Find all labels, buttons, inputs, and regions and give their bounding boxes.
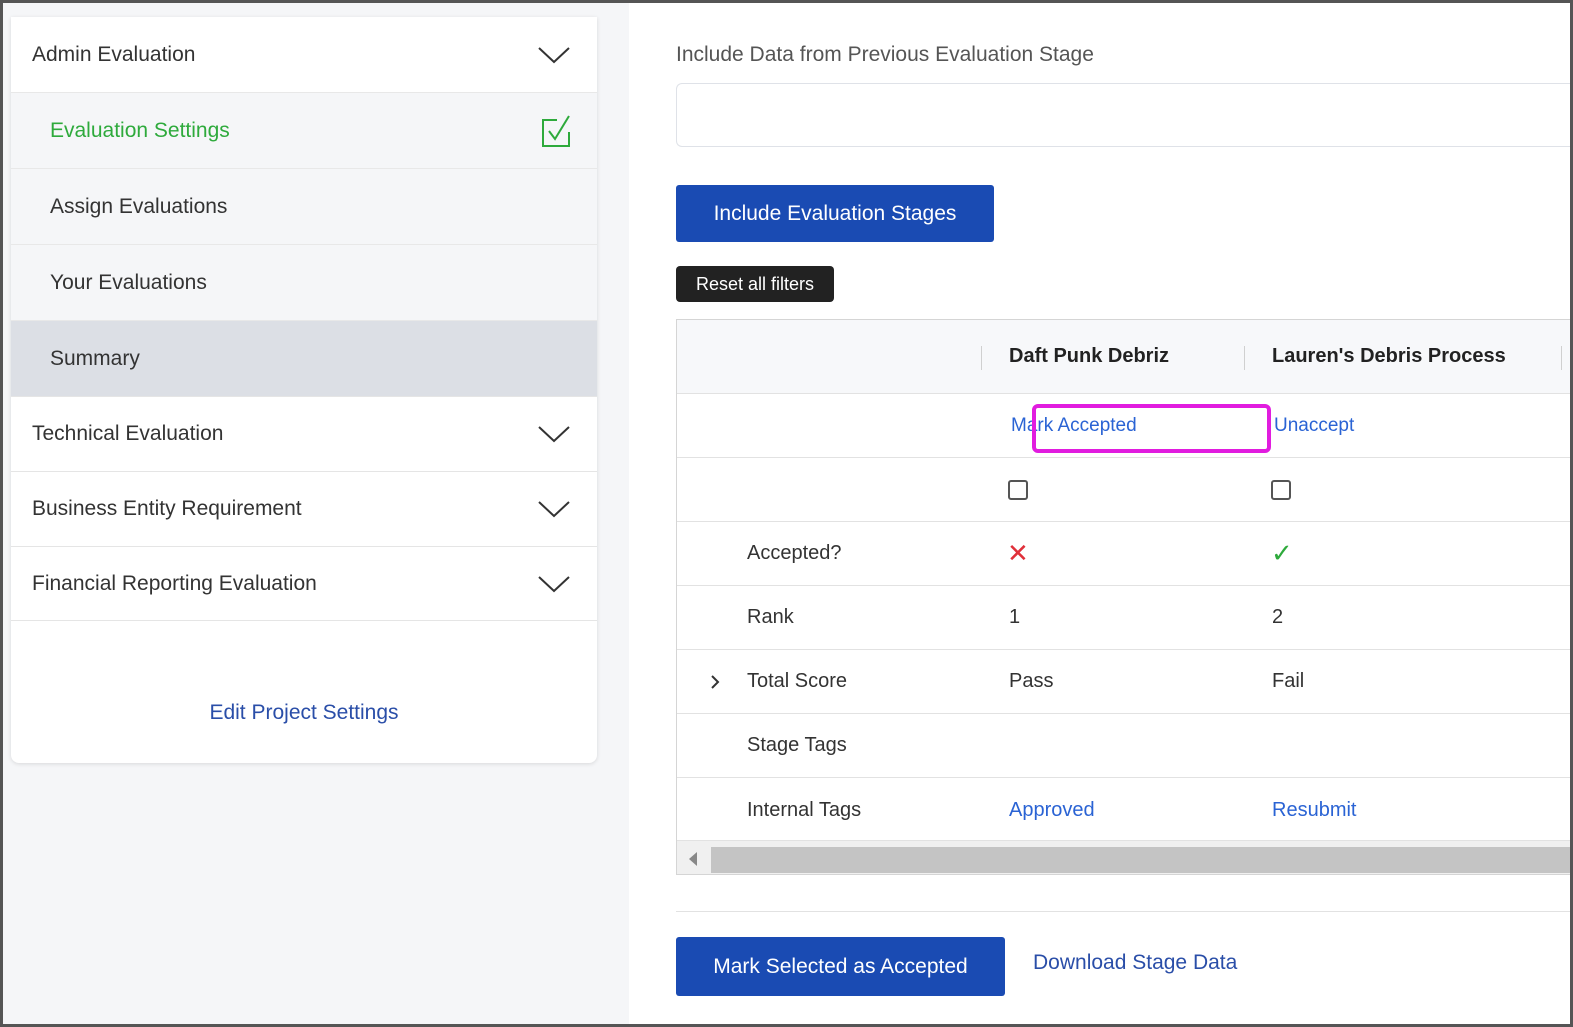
row-label: Stage Tags bbox=[747, 734, 847, 756]
summary-table: Daft Punk Debriz Lauren's Debris Process… bbox=[676, 319, 1570, 875]
section-label: Technical Evaluation bbox=[32, 422, 224, 445]
section-label: Admin Evaluation bbox=[32, 42, 196, 66]
select-checkbox[interactable] bbox=[1271, 479, 1291, 500]
main-panel: Include Data from Previous Evaluation St… bbox=[629, 3, 1570, 1024]
table-row: Rank 1 2 bbox=[677, 586, 1570, 650]
sub-item-label: Your Evaluations bbox=[50, 270, 207, 294]
scroll-left-icon[interactable] bbox=[689, 852, 697, 866]
table-row-select bbox=[677, 458, 1570, 522]
section-label: Business Entity Requirement bbox=[32, 497, 302, 520]
previous-stage-select[interactable] bbox=[676, 83, 1570, 147]
column-divider bbox=[1561, 346, 1562, 370]
sub-item-summary[interactable]: Summary bbox=[11, 320, 597, 396]
section-technical-evaluation[interactable]: Technical Evaluation bbox=[11, 396, 597, 471]
check-icon: ✓ bbox=[1271, 538, 1293, 568]
scrollbar-thumb[interactable] bbox=[711, 847, 1570, 873]
section-admin-evaluation[interactable]: Admin Evaluation bbox=[11, 17, 597, 92]
sub-item-label: Assign Evaluations bbox=[50, 194, 228, 218]
tag-link-approved[interactable]: Approved bbox=[1009, 778, 1095, 842]
sub-item-label: Summary bbox=[50, 346, 140, 370]
section-business-entity-requirement[interactable]: Business Entity Requirement bbox=[11, 471, 597, 546]
divider bbox=[676, 911, 1570, 912]
include-data-label: Include Data from Previous Evaluation St… bbox=[676, 43, 1094, 66]
table-row: Stage Tags bbox=[677, 714, 1570, 778]
cell-value: Pass bbox=[1009, 670, 1054, 692]
sidebar: Admin Evaluation Evaluation Settings Ass… bbox=[11, 17, 597, 763]
edit-project-settings-link[interactable]: Edit Project Settings bbox=[11, 701, 597, 725]
row-label: Total Score bbox=[747, 670, 848, 692]
sub-item-label: Evaluation Settings bbox=[50, 118, 230, 142]
cell-value: 2 bbox=[1272, 606, 1284, 628]
tag-link-resubmit[interactable]: Resubmit bbox=[1272, 778, 1356, 842]
table-row: Accepted? ✕ ✓ bbox=[677, 522, 1570, 586]
unaccept-link[interactable]: Unaccept bbox=[1274, 394, 1354, 457]
include-evaluation-stages-button[interactable]: Include Evaluation Stages bbox=[676, 185, 994, 242]
sub-item-evaluation-settings[interactable]: Evaluation Settings bbox=[11, 92, 597, 168]
chevron-down-icon bbox=[538, 575, 570, 592]
chevron-down-icon bbox=[538, 426, 570, 443]
column-header[interactable]: Lauren's Debris Process bbox=[1272, 320, 1506, 393]
chevron-down-icon bbox=[538, 46, 570, 63]
column-divider bbox=[1244, 346, 1245, 370]
download-stage-data-link[interactable]: Download Stage Data bbox=[1033, 951, 1237, 975]
chevron-right-icon[interactable] bbox=[710, 674, 720, 690]
x-icon: ✕ bbox=[1007, 538, 1029, 568]
table-header-row: Daft Punk Debriz Lauren's Debris Process bbox=[677, 320, 1570, 394]
highlight-box bbox=[1032, 404, 1271, 453]
select-checkbox[interactable] bbox=[1008, 479, 1028, 500]
table-row: Total Score Pass Fail bbox=[677, 650, 1570, 714]
reset-filters-button[interactable]: Reset all filters bbox=[676, 266, 834, 302]
table-row: Internal Tags Approved Resubmit bbox=[677, 778, 1570, 842]
section-label: Financial Reporting Evaluation bbox=[32, 571, 317, 595]
app-frame: Admin Evaluation Evaluation Settings Ass… bbox=[0, 0, 1573, 1027]
row-label: Internal Tags bbox=[747, 798, 862, 821]
column-divider bbox=[981, 346, 982, 370]
checkbox-checked-icon bbox=[542, 114, 570, 147]
sub-item-assign-evaluations[interactable]: Assign Evaluations bbox=[11, 168, 597, 244]
cell-value: 1 bbox=[1009, 606, 1021, 628]
section-financial-reporting-evaluation[interactable]: Financial Reporting Evaluation bbox=[11, 546, 597, 621]
row-label: Rank bbox=[747, 606, 794, 628]
sub-item-your-evaluations[interactable]: Your Evaluations bbox=[11, 244, 597, 320]
chevron-down-icon bbox=[538, 501, 570, 518]
column-header[interactable]: Daft Punk Debriz bbox=[1009, 320, 1169, 393]
horizontal-scrollbar[interactable] bbox=[677, 840, 1570, 874]
mark-selected-accepted-button[interactable]: Mark Selected as Accepted bbox=[676, 937, 1005, 996]
row-label: Accepted? bbox=[747, 542, 842, 564]
cell-value: Fail bbox=[1272, 670, 1305, 692]
